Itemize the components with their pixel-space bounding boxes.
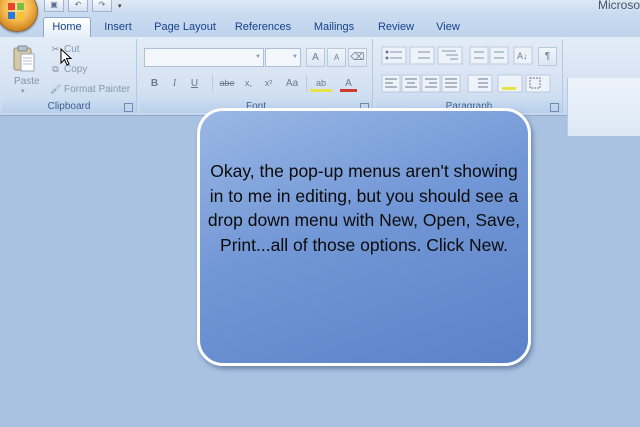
clipboard-group-label: Clipboard [2,101,136,113]
ribbon: Paste ▾ ✂ Cut ⧉ Copy 🖌 Format Painter Cl… [0,37,640,136]
paste-dropdown-icon[interactable]: ▾ [21,87,25,95]
window-title: Microso [597,0,640,12]
divider [212,75,213,92]
tab-references[interactable]: References [233,18,293,36]
divider [306,75,307,92]
strikethrough-button[interactable]: abe [216,75,238,92]
instruction-callout: Okay, the pop-up menus aren't showing in… [197,108,531,366]
paste-icon[interactable] [12,45,36,73]
format-painter-label: Format Painter [64,84,131,95]
brush-icon: 🖌 [50,84,62,94]
tab-review[interactable]: Review [374,18,418,36]
callout-text: Okay, the pop-up menus aren't showing in… [207,161,521,255]
mouse-pointer-icon [60,48,72,66]
font-size-select[interactable]: ▼ [265,48,301,67]
format-painter-button[interactable]: 🖌 Format Painter [50,84,130,95]
redo-icon[interactable]: ↷ [92,0,112,12]
numbering-icon[interactable] [409,46,435,65]
title-bar: ▣ ↶ ↷ ▾ Microso [0,0,640,14]
highlight-button[interactable]: ab [310,75,332,92]
quick-access-toolbar: ▣ ↶ ↷ ▾ [44,0,122,12]
customize-qat-icon[interactable]: ▾ [118,2,122,10]
chevron-down-icon: ▼ [292,54,298,60]
align-left-icon[interactable] [381,74,401,93]
font-group: ▼ ▼ A A ⌫ B I U abe x, x² Aa ab A Font [140,39,373,113]
italic-button[interactable]: I [166,75,183,92]
subscript-button[interactable]: x, [240,75,257,92]
clear-formatting-button[interactable]: ⌫ [348,48,367,67]
paragraph-toolbar-row2 [381,74,551,93]
show-marks-button[interactable]: ¶ [538,47,557,66]
underline-button[interactable]: U [186,75,203,92]
line-spacing-icon[interactable] [467,74,493,93]
save-icon[interactable]: ▣ [44,0,64,12]
paste-button[interactable]: Paste [14,76,40,87]
tab-home[interactable]: Home [43,17,91,39]
styles-gallery[interactable] [567,78,640,136]
shrink-font-button[interactable]: A [327,48,346,67]
font-name-select[interactable]: ▼ [144,48,264,67]
tab-view[interactable]: View [430,18,466,36]
chevron-down-icon: ▼ [255,54,261,60]
superscript-button[interactable]: x² [260,75,277,92]
clipboard-launcher-icon[interactable] [124,103,133,112]
bold-button[interactable]: B [146,75,163,92]
shading-icon[interactable] [497,74,523,93]
office-logo-icon [8,3,24,19]
sort-icon[interactable]: A↓ [513,46,533,65]
bullets-icon[interactable] [381,46,407,65]
paragraph-group: A↓ ¶ Paragraph [376,39,563,113]
font-color-button[interactable]: A [340,75,357,92]
svg-text:A↓: A↓ [517,51,528,61]
increase-indent-icon[interactable] [489,46,509,65]
multilevel-list-icon[interactable] [437,46,463,65]
borders-icon[interactable] [525,74,551,93]
undo-icon[interactable]: ↶ [68,0,88,12]
justify-icon[interactable] [441,74,461,93]
ribbon-tabs: Home Insert Page Layout References Maili… [0,14,640,39]
paragraph-toolbar-row1: A↓ [381,46,533,65]
tab-insert[interactable]: Insert [96,18,140,36]
align-right-icon[interactable] [421,74,441,93]
paragraph-launcher-icon[interactable] [550,103,559,112]
decrease-indent-icon[interactable] [469,46,489,65]
align-center-icon[interactable] [401,74,421,93]
tab-page-layout[interactable]: Page Layout [152,18,218,36]
change-case-button[interactable]: Aa [282,75,302,92]
tab-mailings[interactable]: Mailings [309,18,359,36]
grow-font-button[interactable]: A [306,48,325,67]
